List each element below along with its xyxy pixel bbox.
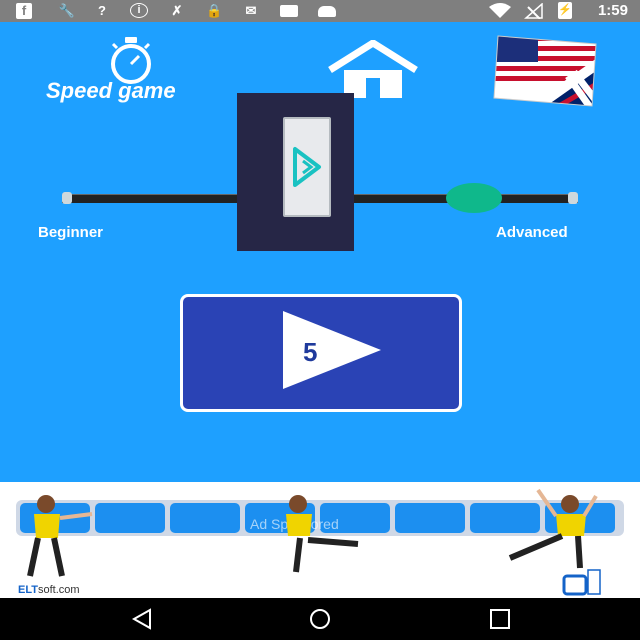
us-uk-flag-icon: [493, 35, 597, 107]
ad-banner[interactable]: Ad Sponsored ELTsoft.com: [0, 482, 640, 598]
beginner-label: Beginner: [38, 224, 104, 241]
battery-icon: ⚡: [558, 2, 572, 19]
play-button[interactable]: 5: [180, 294, 462, 412]
status-bar: f 🔧 ? i ✗ 🔒 ✉ ⚡ 1:59: [0, 0, 640, 22]
slider-right-cap: [568, 192, 578, 204]
status-clock: 1:59: [597, 2, 628, 19]
recents-icon[interactable]: [488, 608, 512, 630]
facebook-icon: f: [16, 3, 32, 19]
eltsoft-logo: [562, 569, 601, 596]
app-title: Speed game: [46, 78, 176, 103]
level-slider-thumb[interactable]: [446, 183, 502, 213]
tools-icon: ✗: [171, 3, 183, 18]
briefcase-icon: [280, 5, 298, 17]
play-count-label: 5: [303, 337, 318, 367]
letter-tile-panel: [237, 93, 354, 251]
rotated-letter-glyph-icon: [293, 147, 321, 187]
mail-icon: ✉: [245, 3, 257, 18]
wrench-icon: 🔧: [58, 3, 76, 18]
navigation-bar: [0, 598, 640, 640]
ad-cell: [395, 503, 465, 533]
ad-cell: [95, 503, 165, 533]
letter-tile[interactable]: [283, 117, 331, 217]
info-icon: i: [130, 3, 148, 18]
ad-figure-right: [508, 488, 598, 569]
ad-brand-prefix: ELT: [18, 584, 38, 596]
advanced-label: Advanced: [496, 224, 568, 241]
app-screen: Speed game Beginner Advanced 5: [0, 22, 640, 482]
ad-cell: [170, 503, 240, 533]
wifi-icon: [488, 3, 512, 19]
question-icon: ?: [98, 3, 106, 18]
ad-brand-suffix: soft.com: [37, 584, 80, 596]
android-icon: [318, 6, 336, 17]
no-signal-icon: [524, 2, 544, 20]
home-icon: [328, 38, 418, 98]
ad-brand[interactable]: ELTsoft.com: [18, 584, 80, 596]
language-flag-button[interactable]: [492, 32, 600, 110]
play-icon: [283, 311, 381, 389]
back-icon[interactable]: [130, 608, 154, 630]
home-circle-icon[interactable]: [308, 608, 332, 630]
ad-figure-center: [286, 495, 359, 573]
lock-icon: 🔒: [206, 3, 223, 18]
ad-figure-left: [27, 495, 93, 577]
home-button[interactable]: [326, 38, 420, 98]
slider-left-cap: [62, 192, 72, 204]
